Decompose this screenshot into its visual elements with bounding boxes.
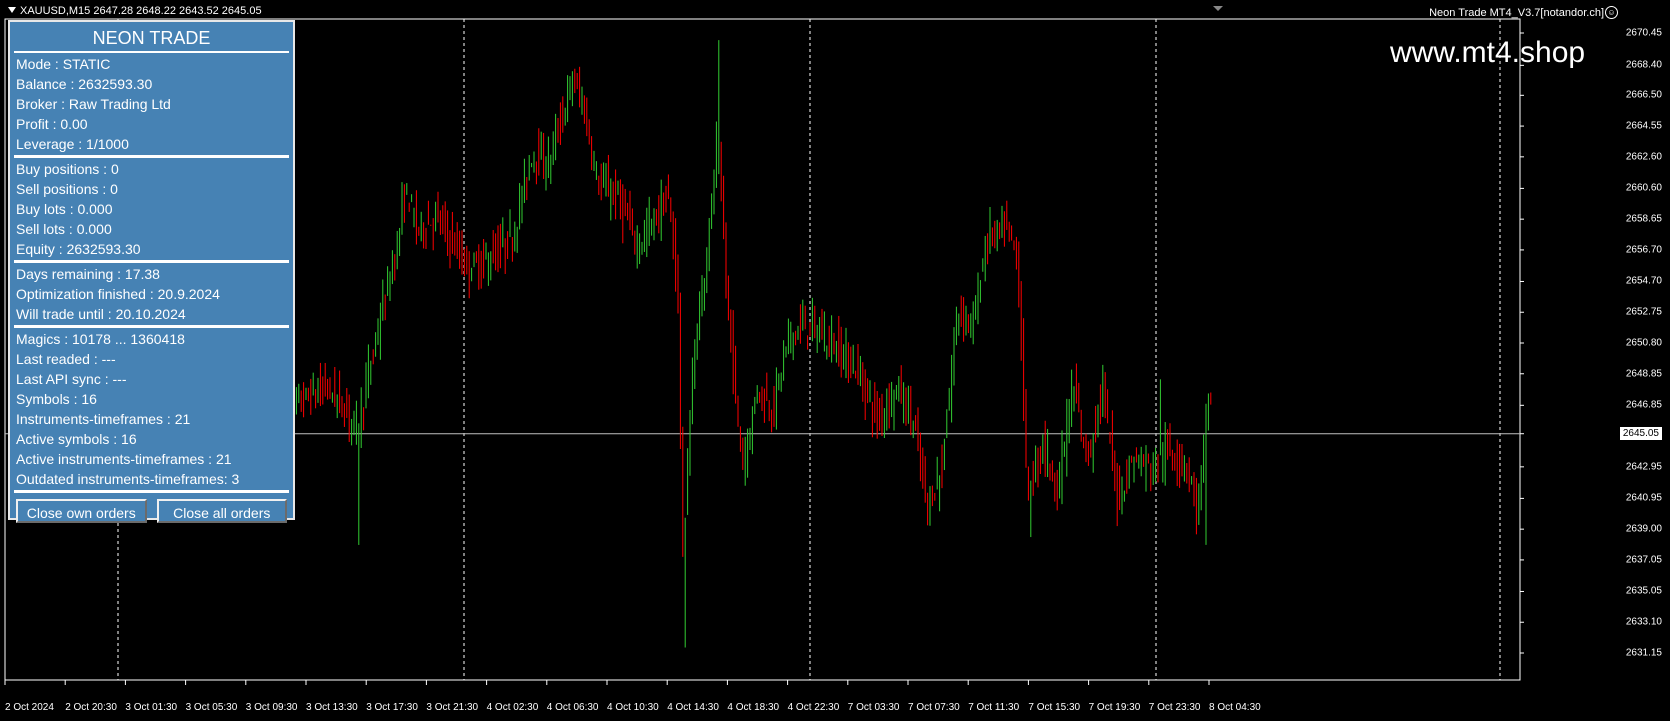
trade-until-row: Will trade until : 20.10.2024 xyxy=(16,306,186,322)
optimization-row: Optimization finished : 20.9.2024 xyxy=(16,286,220,302)
mode-row: Mode : STATIC xyxy=(16,56,111,72)
time-tick-label: 4 Oct 06:30 xyxy=(546,702,599,713)
time-tick-label: 7 Oct 19:30 xyxy=(1088,702,1141,713)
panel-buttons: Close own orders Close all orders xyxy=(14,493,289,523)
dropdown-triangle-icon[interactable] xyxy=(8,7,16,13)
time-tick-label: 7 Oct 07:30 xyxy=(908,702,960,713)
price-tick-label: 2650.80 xyxy=(1625,337,1662,349)
price-tick-label: 2668.40 xyxy=(1625,59,1662,71)
time-tick-label: 3 Oct 17:30 xyxy=(366,702,418,713)
outdated-instruments-row: Outdated instruments-timeframes: 3 xyxy=(16,471,240,487)
time-tick-label: 4 Oct 14:30 xyxy=(667,702,719,713)
buy-lots-row: Buy lots : 0.000 xyxy=(16,201,113,217)
smiley-icon[interactable]: ☺ xyxy=(1605,6,1618,19)
expert-advisor-name: Neon Trade MT4_V3.7[notandor.ch] xyxy=(1429,7,1618,19)
price-tick-label: 2652.75 xyxy=(1625,306,1662,318)
last-readed-row: Last readed : --- xyxy=(16,351,116,367)
profit-row: Profit : 0.00 xyxy=(16,116,88,132)
stats-section: Magics : 10178 ... 1360418 Last readed :… xyxy=(14,328,289,493)
time-tick-label: 7 Oct 11:30 xyxy=(968,702,1020,713)
time-tick-label: 3 Oct 09:30 xyxy=(245,702,298,713)
current-price-label: 2645.05 xyxy=(1619,426,1662,440)
account-section: Mode : STATIC Balance : 2632593.30 Broke… xyxy=(14,53,289,158)
watermark-text: www.mt4.shop xyxy=(1390,36,1586,69)
time-tick-label: 4 Oct 18:30 xyxy=(727,702,780,713)
time-tick-label: 7 Oct 03:30 xyxy=(847,702,900,713)
symbol-info: XAUUSD,M15 2647.28 2648.22 2643.52 2645.… xyxy=(8,5,262,17)
equity-row: Equity : 2632593.30 xyxy=(16,241,141,257)
active-symbols-row: Active symbols : 16 xyxy=(16,431,137,447)
time-tick-label: 3 Oct 05:30 xyxy=(185,702,238,713)
time-tick-label: 7 Oct 23:30 xyxy=(1148,702,1201,713)
time-tick-label: 3 Oct 13:30 xyxy=(306,702,358,713)
price-tick-label: 2633.10 xyxy=(1625,616,1662,628)
days-remaining-row: Days remaining : 17.38 xyxy=(16,266,160,282)
neon-trade-panel: NEON TRADE Mode : STATIC Balance : 26325… xyxy=(8,20,295,523)
symbol-info-text: XAUUSD,M15 2647.28 2648.22 2643.52 2645.… xyxy=(20,5,262,17)
sell-positions-row: Sell positions : 0 xyxy=(16,181,118,197)
time-tick-label: 4 Oct 02:30 xyxy=(486,702,539,713)
symbols-row: Symbols : 16 xyxy=(16,391,97,407)
active-instruments-row: Active instruments-timeframes : 21 xyxy=(16,451,232,467)
price-tick-label: 2658.65 xyxy=(1625,213,1662,225)
price-tick-label: 2642.95 xyxy=(1625,461,1662,473)
price-tick-label: 2646.85 xyxy=(1625,399,1662,411)
panel-title: NEON TRADE xyxy=(14,25,289,53)
time-tick-label: 2 Oct 20:30 xyxy=(65,702,117,713)
price-tick-label: 2654.70 xyxy=(1625,275,1662,287)
price-tick-label: 2666.50 xyxy=(1625,89,1662,101)
price-tick-label: 2631.15 xyxy=(1625,647,1662,659)
time-tick-label: 8 Oct 04:30 xyxy=(1209,702,1261,713)
sell-lots-row: Sell lots : 0.000 xyxy=(16,221,112,237)
price-tick-label: 2662.60 xyxy=(1625,151,1662,163)
price-tick-label: 2648.85 xyxy=(1625,368,1662,380)
positions-section: Buy positions : 0 Sell positions : 0 Buy… xyxy=(14,158,289,263)
license-section: Days remaining : 17.38 Optimization fini… xyxy=(14,263,289,328)
balance-row: Balance : 2632593.30 xyxy=(16,76,153,92)
close-all-orders-button[interactable]: Close all orders xyxy=(156,499,287,523)
time-tick-label: 4 Oct 22:30 xyxy=(787,702,840,713)
price-tick-label: 2637.05 xyxy=(1625,554,1662,566)
shift-marker-icon xyxy=(1213,6,1223,11)
instruments-timeframes-row: Instruments-timeframes : 21 xyxy=(16,411,191,427)
price-tick-label: 2670.45 xyxy=(1625,27,1662,39)
price-tick-label: 2640.95 xyxy=(1625,492,1662,504)
time-tick-label: 2 Oct 2024 xyxy=(5,702,54,713)
price-tick-label: 2635.05 xyxy=(1625,585,1662,597)
time-tick-label: 3 Oct 21:30 xyxy=(426,702,479,713)
leverage-row: Leverage : 1/1000 xyxy=(16,136,129,152)
time-tick-label: 7 Oct 15:30 xyxy=(1028,702,1081,713)
price-tick-label: 2660.60 xyxy=(1625,182,1662,194)
price-tick-label: 2639.00 xyxy=(1625,523,1662,535)
broker-row: Broker : Raw Trading Ltd xyxy=(16,96,171,112)
time-tick-label: 4 Oct 10:30 xyxy=(607,702,659,713)
price-tick-label: 2664.55 xyxy=(1625,120,1662,132)
magics-row: Magics : 10178 ... 1360418 xyxy=(16,331,185,347)
buy-positions-row: Buy positions : 0 xyxy=(16,161,119,177)
expert-advisor-name-text: Neon Trade MT4_V3.7[notandor.ch] xyxy=(1429,7,1604,19)
price-tick-label: 2656.70 xyxy=(1625,244,1662,256)
last-api-sync-row: Last API sync : --- xyxy=(16,371,127,387)
time-tick-label: 3 Oct 01:30 xyxy=(125,702,178,713)
close-own-orders-button[interactable]: Close own orders xyxy=(16,499,147,523)
